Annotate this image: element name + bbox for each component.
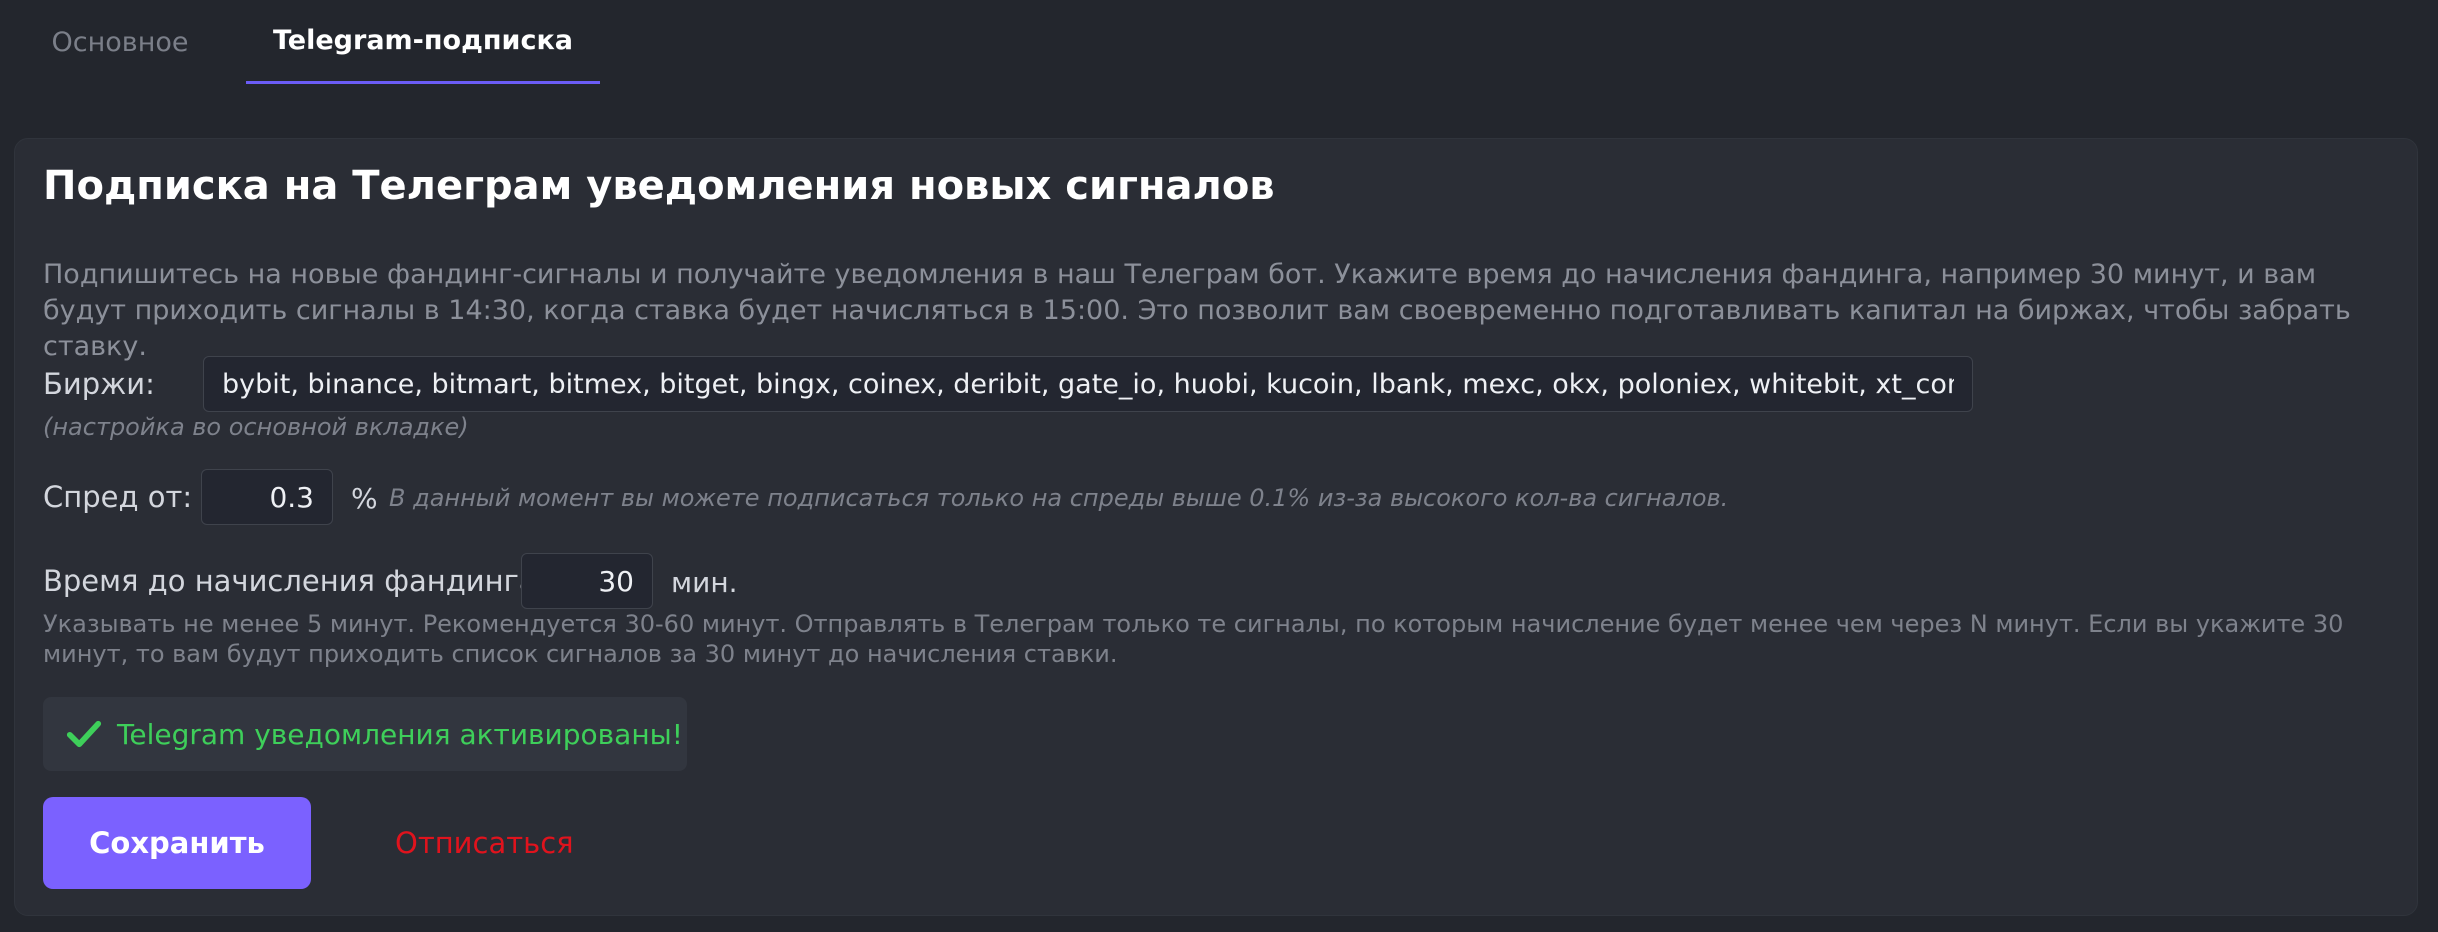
spread-unit: % (351, 482, 378, 515)
funding-unit: мин. (671, 566, 738, 599)
unsubscribe-button[interactable]: Отписаться (395, 797, 574, 889)
card-title: Подписка на Телеграм уведомления новых с… (43, 163, 1275, 209)
spread-input[interactable] (201, 469, 333, 525)
exchanges-label: Биржи: (43, 367, 155, 401)
spread-hint: В данный момент вы можете подписаться то… (389, 484, 1729, 512)
funding-time-input[interactable] (521, 553, 653, 609)
subscription-card: Подписка на Телеграм уведомления новых с… (14, 138, 2418, 916)
funding-hint: Указывать не менее 5 минут. Рекомендуетс… (43, 610, 2344, 668)
tab-telegram-subscription[interactable]: Telegram-подписка (246, 0, 600, 84)
funding-label: Время до начисления фандинга: (43, 564, 547, 598)
spread-label: Спред от: (43, 480, 193, 514)
status-badge: Telegram уведомления активированы! (43, 697, 687, 771)
exchanges-input[interactable] (203, 356, 1973, 412)
card-description: Подпишитесь на новые фандинг-сигналы и п… (43, 259, 2351, 362)
save-button[interactable]: Сохранить (43, 797, 311, 889)
status-text: Telegram уведомления активированы! (117, 717, 683, 751)
tab-bar: Основное Telegram-подписка (0, 0, 2438, 84)
exchanges-hint: (настройка во основной вкладке) (43, 413, 469, 441)
tab-main[interactable]: Основное (32, 0, 208, 84)
check-icon (66, 720, 102, 748)
